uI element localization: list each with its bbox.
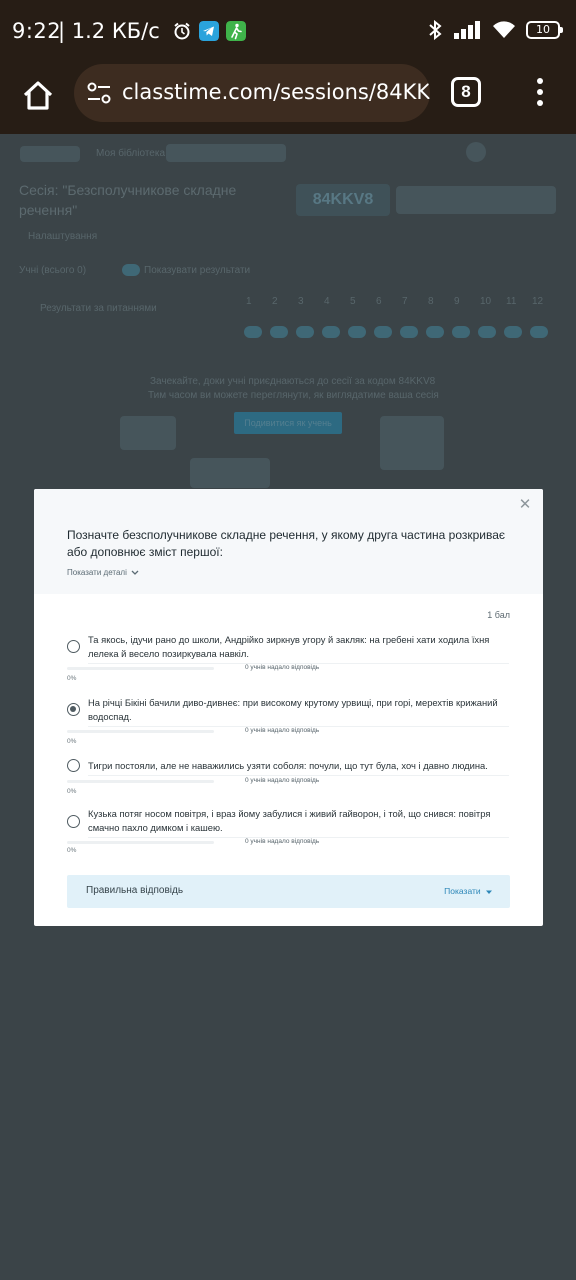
question-modal: ✕ Позначте безсполучникове складне речен… — [34, 489, 543, 926]
site-settings-icon[interactable] — [86, 81, 112, 105]
more-vert-icon[interactable] — [530, 78, 550, 108]
question-number-row: 1 2 3 4 5 6 7 8 9 10 11 12 — [244, 296, 560, 340]
radio-button[interactable] — [67, 640, 80, 653]
option-text: Кузька потяг носом повітря, і враз йому … — [88, 807, 509, 838]
answer-option[interactable]: Тигри постояли, але не наважились узяти … — [67, 759, 510, 795]
illustration-left — [120, 416, 176, 450]
question-text: Позначте безсполучникове складне речення… — [67, 528, 506, 559]
points-label: 1 бал — [487, 610, 510, 620]
avatar — [466, 142, 486, 162]
browser-toolbar: classtime.com/sessions/84KKV8 8 — [0, 64, 576, 134]
option-text: На річці Бікіні бачили диво-дивнеє: при … — [88, 696, 509, 727]
preview-button: Подивитися як учень — [234, 412, 342, 434]
session-actions — [396, 186, 556, 214]
illustration-right — [380, 416, 444, 470]
show-details-label: Показати деталі — [67, 568, 127, 577]
illustration-bottom — [190, 458, 270, 488]
response-percent: 0% — [67, 738, 77, 745]
waiting-message: Зачекайте, доки учні приєднаються до сес… — [150, 376, 436, 387]
option-text: Та якось, ідучи рано до школи, Андрійко … — [88, 633, 509, 664]
response-percent: 0% — [67, 788, 77, 795]
radio-button[interactable] — [67, 815, 80, 828]
walking-icon — [226, 21, 246, 41]
waiting-subtext: Тим часом ви можете переглянути, як вигл… — [148, 390, 439, 401]
url-text[interactable]: classtime.com/sessions/84KKV8 — [122, 80, 430, 104]
response-bar — [67, 730, 214, 733]
settings-link: Налаштування — [28, 231, 98, 242]
response-percent: 0% — [67, 675, 77, 682]
session-code: 84KKV8 — [296, 184, 390, 216]
network-speed: | 1.2 КБ/с — [58, 19, 160, 43]
response-bar — [67, 841, 214, 844]
nav-library: Моя бібліотека — [96, 148, 166, 159]
signal-icon — [454, 21, 480, 39]
modal-header: ✕ Позначте безсполучникове складне речен… — [34, 489, 543, 594]
show-details-link[interactable]: Показати деталі — [67, 568, 139, 577]
wifi-icon — [493, 21, 515, 38]
address-bar[interactable]: classtime.com/sessions/84KKV8 — [74, 64, 430, 122]
show-results-label: Показувати результати — [144, 265, 251, 276]
radio-button-selected[interactable] — [67, 703, 80, 716]
show-answer-label: Показати — [444, 886, 481, 896]
close-icon[interactable]: ✕ — [517, 497, 533, 513]
correct-answer-label: Правильна відповідь — [86, 885, 184, 896]
response-note: 0 учнів надало відповідь — [245, 664, 320, 671]
chevron-down-icon — [131, 570, 139, 575]
logo — [20, 146, 80, 162]
show-answer-button[interactable]: Показати — [444, 886, 493, 896]
status-bar: 9:22 | 1.2 КБ/с 10 — [0, 0, 576, 64]
answer-option[interactable]: Та якось, ідучи рано до школи, Андрійко … — [67, 633, 510, 683]
correct-answer-panel: Правильна відповідь Показати — [67, 875, 510, 908]
tabs-button[interactable]: 8 — [451, 77, 481, 107]
response-bar — [67, 667, 214, 670]
answer-option[interactable]: На річці Бікіні бачили диво-дивнеє: при … — [67, 696, 510, 746]
caret-down-icon — [486, 890, 492, 894]
answer-option[interactable]: Кузька потяг носом повітря, і враз йому … — [67, 807, 510, 857]
response-percent: 0% — [67, 847, 77, 854]
response-note: 0 учнів надало відповідь — [245, 777, 320, 784]
response-note: 0 учнів надало відповідь — [245, 838, 320, 845]
students-count: Учні (всього 0) — [19, 265, 87, 276]
session-title: Сесія: "Безсполучникове складне речення" — [19, 182, 237, 218]
results-toggle — [122, 264, 140, 276]
search-bar — [166, 144, 286, 162]
dashboard-tab: Результати за питаннями — [40, 303, 157, 314]
alarm-icon — [174, 22, 190, 40]
status-time: 9:22 — [12, 19, 62, 43]
status-right: 10 — [426, 20, 563, 40]
battery-icon: 10 — [526, 21, 563, 39]
radio-button[interactable] — [67, 759, 80, 772]
home-icon[interactable] — [18, 76, 58, 116]
response-bar — [67, 780, 214, 783]
telegram-icon — [199, 21, 219, 41]
bluetooth-icon — [429, 20, 442, 40]
response-note: 0 учнів надало відповідь — [245, 727, 320, 734]
option-text: Тигри постояли, але не наважились узяти … — [88, 759, 509, 776]
